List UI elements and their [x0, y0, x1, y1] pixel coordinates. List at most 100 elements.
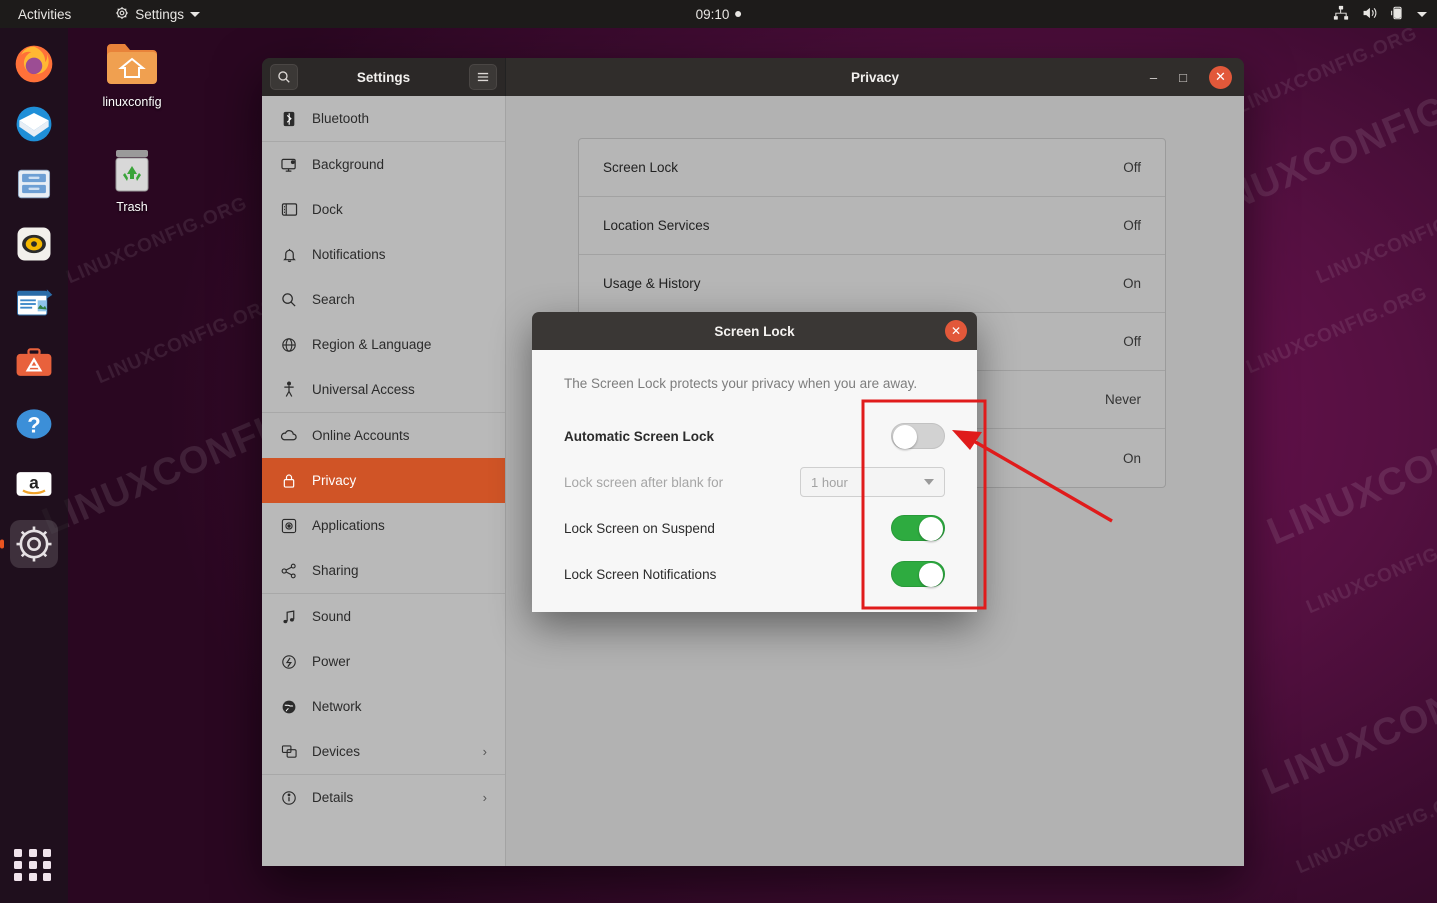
dialog-body: The Screen Lock protects your privacy wh… [532, 350, 977, 612]
app-menu-label: Settings [135, 6, 185, 22]
dock-item-settings[interactable] [10, 520, 58, 568]
panel-header: Privacy – □ ✕ [506, 58, 1244, 96]
lock-screen-on-suspend-toggle[interactable] [891, 515, 945, 541]
row-value: Off [1123, 218, 1141, 233]
row-automatic-screen-lock: Automatic Screen Lock [564, 413, 945, 459]
row-label: Location Services [603, 218, 710, 233]
sidebar-item-network[interactable]: Network [262, 684, 505, 729]
sidebar-item-devices[interactable]: Devices › [262, 729, 505, 774]
sidebar-item-notifications[interactable]: Notifications [262, 232, 505, 277]
bell-icon [280, 247, 298, 263]
app-menu-settings[interactable]: Settings [107, 4, 208, 25]
screen-lock-dialog: Screen Lock ✕ The Screen Lock protects y… [532, 312, 977, 612]
automatic-screen-lock-toggle[interactable] [891, 423, 945, 449]
sidebar-item-online-accounts[interactable]: Online Accounts [262, 413, 505, 458]
top-bar: Activities Settings 09:10 [0, 0, 1437, 28]
table-row[interactable]: Screen Lock Off [579, 139, 1165, 197]
row-lock-screen-notifications: Lock Screen Notifications [564, 551, 945, 597]
sidebar-item-label: Bluetooth [312, 111, 370, 126]
chevron-down-icon [190, 11, 201, 17]
globe-icon [280, 337, 298, 353]
row-label: Usage & History [603, 276, 701, 291]
sidebar-item-label: Online Accounts [312, 428, 410, 443]
clock[interactable]: 09:10 [696, 7, 742, 22]
row-label: Automatic Screen Lock [564, 428, 715, 444]
sidebar-item-label: Dock [312, 202, 343, 217]
network-globe-icon [280, 699, 298, 715]
gear-icon [115, 6, 129, 23]
hamburger-menu-button[interactable] [469, 64, 497, 90]
dock-item-amazon[interactable]: a [10, 460, 58, 508]
sidebar-item-label: Region & Language [312, 337, 432, 352]
sidebar-item-sharing[interactable]: Sharing [262, 548, 505, 593]
table-row[interactable]: Location Services Off [579, 197, 1165, 255]
sidebar-item-dock[interactable]: Dock [262, 187, 505, 232]
dock-item-files[interactable] [10, 160, 58, 208]
close-button[interactable]: ✕ [1209, 65, 1232, 89]
lock-screen-notifications-toggle[interactable] [891, 561, 945, 587]
sidebar-item-power[interactable]: Power [262, 639, 505, 684]
sidebar-item-sound[interactable]: Sound [262, 594, 505, 639]
blank-delay-value: 1 hour [811, 474, 848, 490]
sidebar-item-search[interactable]: Search [262, 277, 505, 322]
sidebar-item-bluetooth[interactable]: Bluetooth [262, 96, 505, 141]
row-value: Off [1123, 334, 1141, 349]
row-label: Lock Screen on Suspend [564, 520, 715, 536]
maximize-button[interactable]: □ [1179, 70, 1187, 85]
blank-delay-select[interactable]: 1 hour [800, 467, 945, 497]
sidebar-item-label: Details [312, 790, 354, 805]
desktop-icon-trash[interactable]: Trash [84, 145, 180, 214]
chevron-right-icon: › [482, 790, 487, 805]
dock-item-ubuntu-software[interactable] [10, 340, 58, 388]
system-tray[interactable] [1333, 5, 1427, 24]
settings-sidebar: Bluetooth Background Dock Notifications [262, 96, 506, 866]
row-value: Off [1123, 160, 1141, 175]
lock-icon [280, 473, 298, 489]
row-value: On [1122, 450, 1141, 466]
minimize-button[interactable]: – [1150, 70, 1157, 85]
sidebar-item-label: Notifications [312, 247, 386, 262]
row-lock-screen-after-blank: Lock screen after blank for 1 hour [564, 459, 945, 505]
clock-time: 09:10 [695, 6, 730, 22]
desktop-icon-label: Trash [116, 200, 148, 214]
search-button[interactable] [270, 64, 298, 90]
activities-button[interactable]: Activities [10, 5, 79, 24]
dock-item-thunderbird[interactable] [10, 100, 58, 148]
dock-item-help[interactable]: ? [10, 400, 58, 448]
cloud-icon [280, 429, 298, 443]
dock-item-libreoffice-writer[interactable] [10, 280, 58, 328]
chevron-down-icon[interactable] [1417, 11, 1427, 17]
dialog-description: The Screen Lock protects your privacy wh… [564, 376, 918, 391]
table-row[interactable]: Usage & History On [579, 255, 1165, 313]
sidebar-item-universal-access[interactable]: Universal Access [262, 367, 505, 412]
dock-item-firefox[interactable] [10, 40, 58, 88]
sidebar-header: Settings [262, 58, 506, 96]
close-icon[interactable]: ✕ [945, 320, 967, 342]
sound-icon [280, 609, 298, 625]
chevron-down-icon [924, 479, 934, 485]
sidebar-item-applications[interactable]: Applications [262, 503, 505, 548]
trash-icon [84, 145, 180, 196]
sidebar-item-privacy[interactable]: Privacy [262, 458, 505, 503]
sidebar-item-background[interactable]: Background [262, 142, 505, 187]
row-value: Never [1104, 392, 1141, 407]
sidebar-item-label: Sound [312, 609, 352, 624]
row-lock-screen-on-suspend: Lock Screen on Suspend [564, 505, 945, 551]
sidebar-item-region-language[interactable]: Region & Language [262, 322, 505, 367]
dock: ? a [0, 28, 68, 903]
sidebar-item-label: Privacy [312, 473, 357, 488]
sidebar-item-label: Network [312, 699, 362, 714]
sidebar-item-details[interactable]: Details › [262, 775, 505, 820]
applications-icon [280, 518, 298, 534]
svg-text:?: ? [27, 412, 40, 437]
dock-item-rhythmbox[interactable] [10, 220, 58, 268]
row-label: Lock screen after blank for [564, 474, 724, 490]
desktop-icon-label: linuxconfig [102, 95, 162, 109]
svg-text:a: a [29, 473, 39, 493]
volume-icon [1361, 5, 1378, 24]
power-icon [280, 654, 298, 670]
sidebar-item-label: Power [312, 654, 351, 669]
desktop-icon-linuxconfig[interactable]: linuxconfig [84, 40, 180, 109]
show-applications-icon[interactable] [14, 845, 54, 885]
row-label: Screen Lock [603, 160, 679, 175]
